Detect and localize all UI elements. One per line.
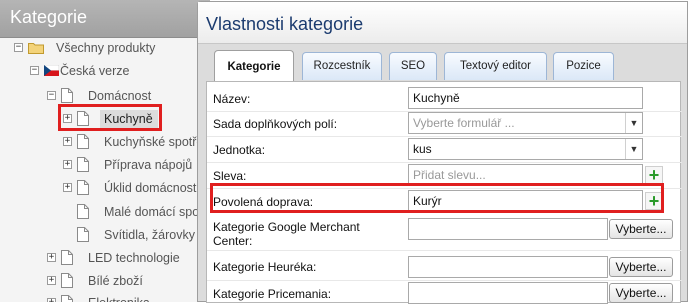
tree-panel-title: Kategorie — [10, 7, 88, 27]
unit-value: kus — [413, 142, 432, 156]
expand-icon[interactable]: + — [63, 183, 72, 192]
chevron-down-icon[interactable]: ▼ — [625, 139, 642, 159]
pricemania-label: Kategorie Pricemania: — [213, 287, 332, 301]
page-icon — [77, 180, 89, 195]
czech-flag-icon — [44, 65, 59, 76]
heureka-choose-button[interactable]: Vyberte... — [609, 257, 673, 277]
tree-item-white-goods[interactable]: + Bílé zboží — [47, 271, 210, 291]
tree-item-label: Svítidla, žárovky — [104, 228, 196, 242]
tree-item-small-appliances[interactable]: Malé domácí spotřebiče — [63, 202, 210, 222]
tree-item-led[interactable]: + LED technologie — [47, 248, 210, 268]
category-properties-dialog: Vlastnosti kategorie Kategorie Rozcestní… — [197, 1, 688, 304]
tree-item-kitchen-appliances[interactable]: + Kuchyňské spotřebiče — [63, 132, 210, 152]
expand-icon[interactable]: + — [47, 298, 56, 302]
page-icon — [77, 227, 89, 242]
tree-item-label: Malé domácí spotřebiče — [104, 205, 210, 219]
google-merchant-label-line1: Kategorie Google Merchant — [213, 220, 360, 234]
page-icon — [61, 88, 73, 103]
google-merchant-choose-button[interactable]: Vyberte... — [609, 219, 673, 239]
collapse-icon[interactable]: − — [14, 43, 23, 52]
tree-item-label: Příprava nápojů — [104, 158, 193, 172]
folder-icon — [28, 43, 44, 54]
tab-text-editor[interactable]: Textový editor — [444, 52, 547, 80]
collapse-icon[interactable]: − — [47, 91, 56, 100]
pricemania-input[interactable] — [408, 282, 608, 304]
expand-icon[interactable]: + — [47, 276, 56, 285]
tab-seo[interactable]: SEO — [389, 52, 437, 80]
name-label: Název: — [213, 92, 251, 106]
category-form: Název: Kuchyně Sada doplňkových polí: Vy… — [206, 81, 682, 304]
tree-item-label: Domácnost — [88, 89, 152, 103]
dialog-header: Vlastnosti kategorie — [198, 2, 687, 44]
tab-category[interactable]: Kategorie — [214, 50, 294, 82]
addon-fields-select[interactable]: Vyberte formulář ... ▼ — [408, 112, 643, 134]
row-divider — [207, 250, 682, 251]
heureka-label: Kategorie Heuréka: — [213, 260, 317, 274]
page-icon — [77, 157, 89, 172]
tree-item-label: Bílé zboží — [88, 274, 143, 288]
tab-position[interactable]: Pozice — [553, 52, 614, 80]
heureka-input[interactable] — [408, 256, 608, 278]
tree-item-cleaning[interactable]: + Úklid domácnosti — [63, 178, 210, 198]
pricemania-choose-button[interactable]: Vyberte... — [609, 283, 673, 303]
tree-item-electronics[interactable]: + Elektronika — [47, 293, 210, 302]
tree-item-household[interactable]: − Domácnost — [47, 86, 210, 106]
tree-item-all-products[interactable]: − Všechny produkty — [14, 38, 210, 58]
name-input[interactable]: Kuchyně — [408, 87, 643, 109]
shipping-row-highlight — [210, 183, 664, 213]
page-icon — [77, 204, 89, 219]
tree-item-drinks[interactable]: + Příprava nápojů — [63, 155, 210, 175]
unit-label: Jednotka: — [213, 143, 266, 157]
tree-item-czech-version[interactable]: − Česká verze — [30, 61, 210, 81]
dialog-title: Vlastnosti kategorie — [206, 14, 364, 34]
row-divider — [207, 136, 682, 137]
addon-fields-label: Sada doplňkových polí: — [213, 117, 338, 131]
page-icon — [77, 134, 89, 149]
row-divider — [207, 280, 682, 281]
category-tree-panel: Kategorie − Všechny produkty − Česká ver… — [0, 0, 210, 302]
tree-item-lighting[interactable]: Svítidla, žárovky — [63, 225, 210, 245]
add-discount-plus-icon[interactable]: + — [645, 166, 663, 184]
chevron-down-icon[interactable]: ▼ — [625, 113, 642, 133]
tab-bar: Kategorie Rozcestník SEO Textový editor … — [206, 48, 681, 82]
page-icon — [61, 273, 73, 288]
tree-item-label: Všechny produkty — [56, 41, 156, 55]
page-icon — [61, 250, 73, 265]
tree-item-label: Úklid domácnosti — [104, 181, 200, 195]
google-merchant-label-line2: Center: — [213, 234, 253, 248]
tree-item-label: LED technologie — [88, 251, 180, 265]
discount-label: Sleva: — [213, 169, 247, 183]
google-merchant-input[interactable] — [408, 218, 608, 240]
tree-panel-header: Kategorie — [0, 0, 210, 38]
page-icon — [61, 295, 73, 302]
expand-icon[interactable]: + — [47, 253, 56, 262]
expand-icon[interactable]: + — [63, 160, 72, 169]
collapse-icon[interactable]: − — [30, 66, 39, 75]
tree-item-label: Elektronika — [88, 293, 150, 302]
addon-fields-placeholder: Vyberte formulář ... — [413, 116, 515, 130]
tab-crossroads[interactable]: Rozcestník — [302, 52, 382, 80]
expand-icon[interactable]: + — [63, 137, 72, 146]
tree-item-label: Kuchyňské spotřebiče — [104, 135, 210, 149]
selected-item-highlight — [58, 104, 162, 131]
unit-select[interactable]: kus ▼ — [408, 138, 643, 160]
row-divider — [207, 162, 682, 163]
tree-item-label: Česká verze — [60, 64, 130, 78]
